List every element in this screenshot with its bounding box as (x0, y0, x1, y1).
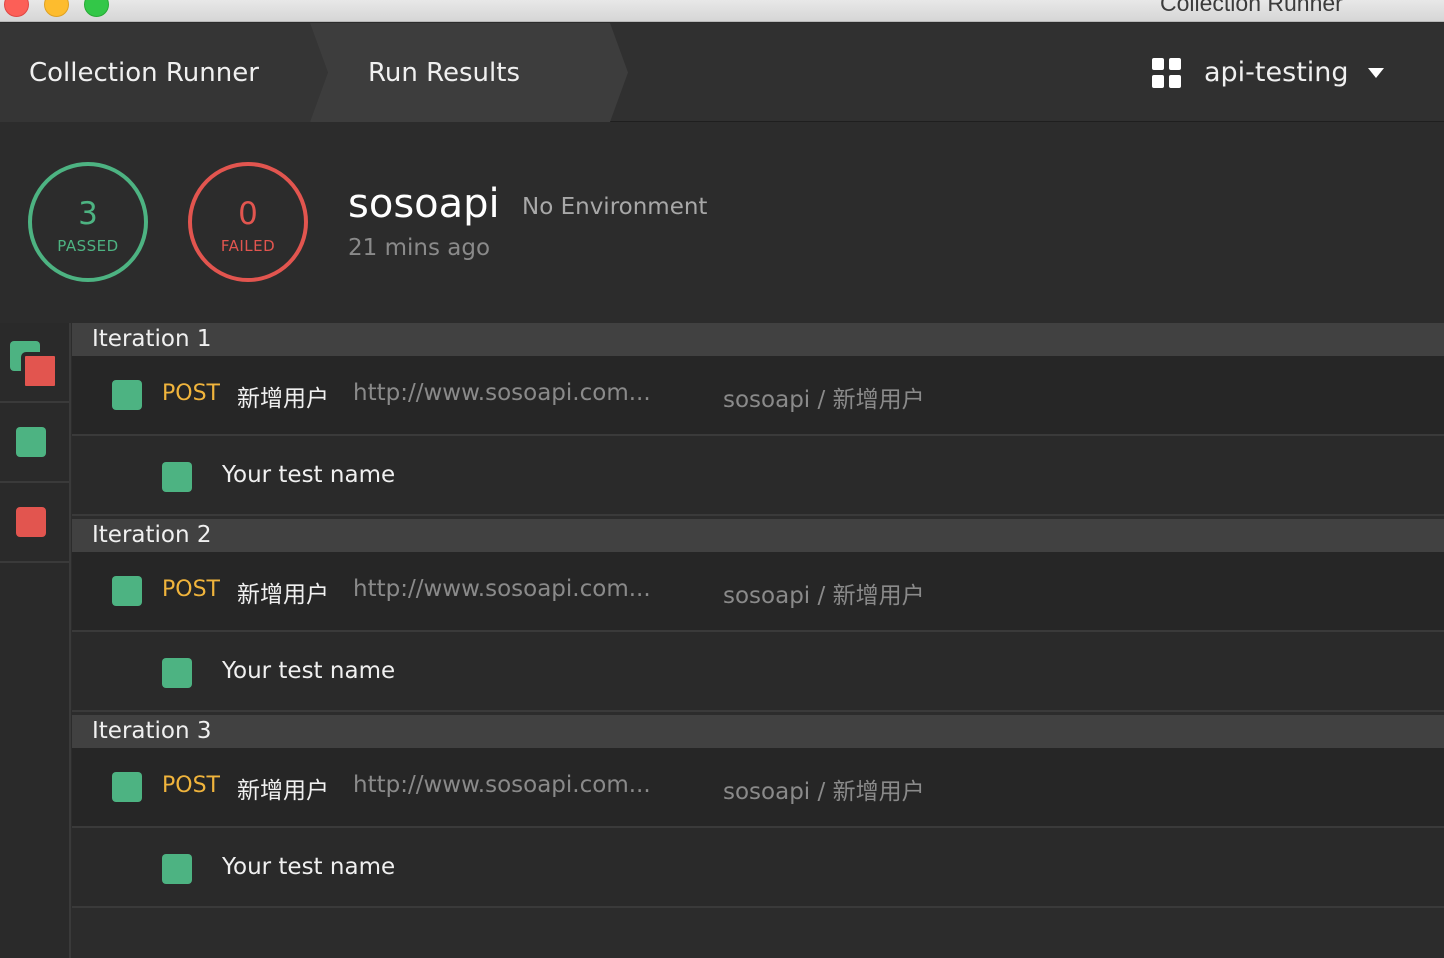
pass-status-icon (112, 380, 142, 410)
request-row[interactable]: POST 新增用户 http://www.sosoapi.com... soso… (72, 356, 1444, 436)
pass-status-icon (112, 576, 142, 606)
request-path: sosoapi / 新增用户 (723, 387, 925, 413)
request-path: sosoapi / 新增用户 (723, 583, 925, 609)
failed-label: FAILED (220, 237, 276, 255)
pass-status-icon (162, 462, 192, 492)
breadcrumb-run-results[interactable]: Run Results (310, 23, 628, 122)
results-list: Iteration 1 POST 新增用户 http://www.sosoapi… (72, 323, 1444, 958)
filter-all-button[interactable] (0, 323, 69, 403)
result-filter-rail (0, 323, 71, 958)
pass-status-icon (16, 427, 46, 457)
request-row[interactable]: POST 新增用户 http://www.sosoapi.com... soso… (72, 552, 1444, 632)
test-row: Your test name (72, 828, 1444, 908)
zoom-window-button[interactable] (84, 0, 109, 17)
request-method: POST (162, 773, 220, 798)
test-row: Your test name (72, 436, 1444, 516)
request-url: http://www.sosoapi.com... (353, 772, 651, 798)
environment-name: No Environment (522, 194, 708, 220)
pass-status-icon (162, 658, 192, 688)
workspace-grid-icon (1152, 57, 1182, 88)
run-time: 21 mins ago (348, 235, 491, 261)
fail-status-icon (22, 353, 58, 389)
collection-name: sosoapi (348, 181, 500, 227)
passed-label: PASSED (57, 237, 119, 255)
pass-status-icon (162, 854, 192, 884)
request-method: POST (162, 577, 220, 602)
request-url: http://www.sosoapi.com... (353, 576, 651, 602)
request-method: POST (162, 381, 220, 406)
workspace-switcher[interactable]: api-testing (1152, 23, 1384, 122)
request-name: 新增用户 (237, 778, 329, 804)
test-name: Your test name (222, 658, 396, 684)
close-window-button[interactable] (4, 0, 29, 17)
passed-counter: 3 PASSED (28, 162, 148, 282)
fail-status-icon (16, 507, 46, 537)
request-path: sosoapi / 新增用户 (723, 779, 925, 805)
filter-passed-button[interactable] (0, 403, 69, 483)
filter-failed-button[interactable] (0, 483, 69, 563)
request-row[interactable]: POST 新增用户 http://www.sosoapi.com... soso… (72, 748, 1444, 828)
test-row: Your test name (72, 632, 1444, 712)
request-name: 新增用户 (237, 386, 329, 412)
iteration-header: Iteration 1 (72, 323, 1444, 356)
workspace-name: api-testing (1204, 57, 1349, 88)
test-name: Your test name (222, 854, 396, 880)
request-url: http://www.sosoapi.com... (353, 380, 651, 406)
test-name: Your test name (222, 462, 396, 488)
request-name: 新增用户 (237, 582, 329, 608)
pass-status-icon (112, 772, 142, 802)
minimize-window-button[interactable] (44, 0, 69, 17)
failed-counter: 0 FAILED (188, 162, 308, 282)
window-title: Collection Runner (1160, 0, 1343, 16)
passed-count: 3 (78, 196, 98, 232)
iteration-header: Iteration 2 (72, 519, 1444, 552)
chevron-down-icon (1367, 67, 1384, 78)
run-summary: 3 PASSED 0 FAILED sosoapi No Environment… (0, 123, 1444, 322)
breadcrumb-collection-runner[interactable]: Collection Runner (0, 23, 328, 122)
window-titlebar: Collection Runner (0, 0, 1444, 22)
iteration-header: Iteration 3 (72, 715, 1444, 748)
failed-count: 0 (238, 196, 258, 232)
header-bar: Collection Runner Run Results api-testin… (0, 23, 1444, 122)
